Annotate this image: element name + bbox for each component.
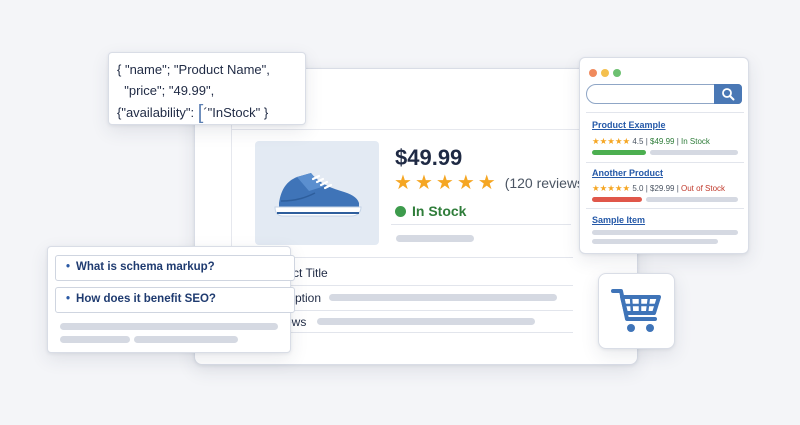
shopping-cart-icon xyxy=(610,289,661,332)
divider xyxy=(391,224,571,225)
faq-item[interactable]: • How does it benefit SEO? xyxy=(55,287,295,313)
layout-divider xyxy=(231,129,611,130)
json-line: { "name"; "Product Name", xyxy=(117,62,270,77)
divider xyxy=(586,208,744,209)
json-brace: } xyxy=(263,105,269,120)
star-icon: ★ xyxy=(435,172,454,194)
faq-card: • What is schema markup? • How does it ben… xyxy=(47,246,295,353)
text-placeholder xyxy=(329,294,557,301)
result-rating: 4.5 xyxy=(632,137,644,146)
text-placeholder xyxy=(396,235,474,242)
text-placeholder xyxy=(646,197,738,202)
stock-label: In Stock xyxy=(412,203,467,219)
result-price: $29.99 xyxy=(650,184,675,193)
sneaker-icon xyxy=(274,173,362,217)
result-status: In Stock xyxy=(681,137,710,146)
result-title-link[interactable]: Product Example xyxy=(592,120,666,130)
divider xyxy=(586,162,744,163)
star-icon: ★ xyxy=(456,172,475,194)
text-placeholder xyxy=(60,336,130,343)
json-ld-snippet: { "name"; "Product Name", "price"; "49.9… xyxy=(108,52,306,125)
json-value: ´"InStock" xyxy=(203,105,261,120)
star-icon: ★ xyxy=(394,172,412,194)
text-placeholder xyxy=(650,150,738,155)
search-icon xyxy=(722,88,735,101)
product-rating: ★ ★ ★ ★ ★ (120 reviews) xyxy=(394,173,589,193)
text-placeholder xyxy=(134,336,238,343)
stock-status: In Stock xyxy=(395,203,466,219)
text-placeholder xyxy=(60,323,278,330)
search-results-window: Product Example ★★★★★ 4.5 | $49.99 | In … xyxy=(579,57,749,254)
result-rating: 5.0 xyxy=(632,184,644,193)
star-icon: ★ xyxy=(477,172,496,194)
bullet-icon: • xyxy=(66,293,71,305)
text-placeholder xyxy=(317,318,535,325)
result-meta: ★★★★★ 5.0 | $29.99 | Out of Stock xyxy=(592,183,726,193)
bullet-icon: • xyxy=(66,261,71,273)
text-placeholder xyxy=(592,239,718,244)
result-title-link[interactable]: Another Product xyxy=(592,168,663,178)
result-title-link[interactable]: Sample Item xyxy=(592,215,645,225)
divider xyxy=(255,257,573,258)
faq-item[interactable]: • What is schema markup? xyxy=(55,255,295,281)
search-button[interactable] xyxy=(714,84,742,104)
json-key: {"availability": xyxy=(117,105,195,120)
faq-question: What is schema markup? xyxy=(76,261,215,273)
status-dot-icon xyxy=(395,205,406,217)
product-image[interactable] xyxy=(255,141,379,245)
result-meta: ★★★★★ 4.5 | $49.99 | In Stock xyxy=(592,136,710,146)
divider xyxy=(586,112,744,113)
review-count-link[interactable]: (120 reviews) xyxy=(505,175,589,191)
status-bar xyxy=(592,197,642,202)
bracket-glyph: [ xyxy=(197,102,204,124)
json-line: "price"; "49.99", xyxy=(117,83,215,98)
text-placeholder xyxy=(592,230,738,235)
product-price: $49.99 xyxy=(395,145,463,170)
window-dot-icon xyxy=(589,69,597,77)
faq-question: How does it benefit SEO? xyxy=(76,293,216,305)
star-icon: ★★★★★ xyxy=(592,136,631,146)
divider xyxy=(255,310,573,311)
window-dot-icon xyxy=(601,69,609,77)
divider xyxy=(255,332,573,333)
star-icon: ★ xyxy=(414,172,433,194)
json-line: {"availability": [´"InStock" } xyxy=(117,101,305,124)
status-bar xyxy=(592,150,646,155)
result-price: $49.99 xyxy=(650,137,675,146)
divider xyxy=(255,285,573,286)
window-dot-icon xyxy=(613,69,621,77)
search-input[interactable] xyxy=(586,84,742,104)
star-icon: ★★★★★ xyxy=(592,183,631,193)
cart-button[interactable] xyxy=(598,273,675,349)
result-status: Out of Stock xyxy=(681,184,726,193)
